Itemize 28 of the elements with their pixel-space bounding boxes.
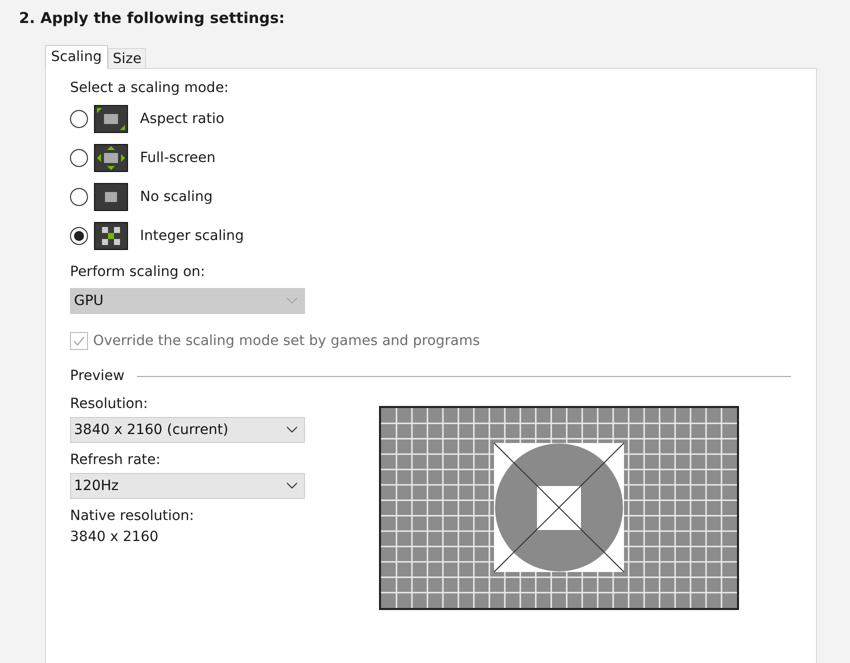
radio-button[interactable]	[70, 110, 88, 128]
integer-scaling-icon	[94, 222, 128, 250]
radio-label: No scaling	[140, 188, 213, 204]
tab[interactable]: Size	[108, 48, 146, 68]
radio-button[interactable]	[70, 148, 88, 166]
chevron-down-icon	[286, 426, 298, 434]
radio-label: Integer scaling	[140, 228, 244, 244]
field-label: Native resolution:	[70, 508, 195, 524]
field-label: Select a scaling mode:	[70, 80, 230, 96]
radio-button[interactable]	[70, 226, 88, 244]
field-label: Refresh rate:	[70, 452, 162, 468]
chevron-down-icon	[286, 482, 298, 490]
radio-label: Aspect ratio	[140, 110, 224, 126]
tab[interactable]: Scaling	[45, 45, 108, 69]
full-screen-icon	[94, 144, 128, 172]
aspect-ratio-icon	[94, 104, 128, 132]
checkbox-label: Override the scaling mode set by games and programs	[93, 333, 480, 349]
section-heading: 2. Apply the following settings:	[19, 8, 286, 29]
field-label: Perform scaling on:	[70, 264, 206, 280]
dropdown[interactable]: 120Hz	[70, 473, 305, 499]
field-value: 3840 x 2160	[70, 529, 160, 545]
radio-label: Full-screen	[140, 150, 216, 166]
no-scaling-icon	[94, 182, 128, 210]
chevron-down-icon	[286, 297, 298, 305]
radio-button[interactable]	[70, 188, 88, 206]
field-label: Resolution:	[70, 396, 149, 412]
group-title: Preview	[70, 368, 124, 384]
dropdown[interactable]: 3840 x 2160 (current)	[70, 417, 305, 443]
